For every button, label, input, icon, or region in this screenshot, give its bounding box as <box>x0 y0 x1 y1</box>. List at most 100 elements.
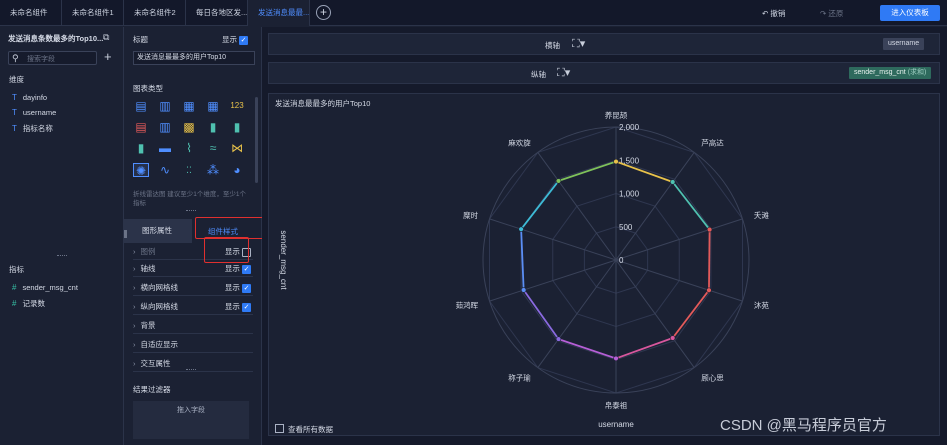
chevron-right-icon: › <box>133 359 136 368</box>
metric-label: 记录数 <box>22 299 45 308</box>
tab-4[interactable]: 发送消息最最... <box>248 0 310 26</box>
tab-0[interactable]: 未命名组件 <box>0 0 62 26</box>
v-gridline-row[interactable]: › 纵向网格线 显示 ✓ <box>133 298 253 315</box>
filter-drop-zone[interactable]: 拖入字段 <box>133 401 249 439</box>
summary-table-icon[interactable]: ▥ <box>157 99 173 113</box>
wave-chart-icon[interactable]: ≈ <box>205 141 221 155</box>
column-chart-icon[interactable]: ▮ <box>229 120 245 134</box>
h-gridline-row[interactable]: › 横向网格线 显示 ✓ <box>133 279 253 296</box>
heat-table-icon[interactable]: ▤ <box>133 120 149 134</box>
x-axis-type-icon[interactable]: ⛶▾ <box>572 37 585 51</box>
treemap-icon[interactable]: ▩ <box>181 120 197 134</box>
axis-line-row[interactable]: › 轴线 显示 ✓ <box>133 260 253 277</box>
dimension-field[interactable]: Tusername <box>12 108 56 117</box>
pie-chart-icon[interactable]: ◕ <box>229 163 245 177</box>
category-label: 茹鸿晖 <box>456 300 479 310</box>
redo-button[interactable]: ↷ 还原 <box>820 8 843 19</box>
bubble-chart-icon[interactable]: ⁂ <box>205 163 221 177</box>
copy-icon[interactable]: ⧉ <box>103 32 109 43</box>
row-label: 图例 <box>140 247 156 256</box>
metric-field[interactable]: # 记录数 <box>12 298 45 309</box>
text-type-icon: T <box>12 124 17 133</box>
series-line-segment <box>615 337 673 360</box>
series-line-segment <box>671 289 710 339</box>
y-field-chip[interactable]: sender_msg_cnt (求和) <box>849 67 932 79</box>
category-label: 夭滩 <box>754 210 769 220</box>
area-chart-icon[interactable]: ∿ <box>157 163 173 177</box>
redo-label: 还原 <box>828 9 844 18</box>
series-line-segment <box>558 338 617 360</box>
dimension-field[interactable]: T 指标名称 <box>12 123 53 134</box>
tab-3[interactable]: 每日各地区发... <box>186 0 248 26</box>
row-label: 纵向网格线 <box>140 302 179 311</box>
text-type-icon: T <box>12 108 17 117</box>
scatter-chart-icon[interactable]: ⁚⁚ <box>181 163 197 177</box>
series-line-segment <box>708 229 711 291</box>
series-line-segment <box>520 180 560 230</box>
data-point <box>706 287 712 293</box>
search-icon: ⚲ <box>12 53 19 63</box>
category-label: 称子瑜 <box>508 372 531 382</box>
horizontal-bar-icon[interactable]: ▬ <box>157 141 173 155</box>
resize-handle[interactable] <box>186 369 196 371</box>
collapse-handle[interactable] <box>124 230 127 238</box>
watermark: CSDN @黑马程序员官方 <box>720 417 887 434</box>
bar-chart-icon[interactable]: ▮ <box>133 141 149 155</box>
dimension-field[interactable]: Tdayinfo <box>12 93 47 102</box>
data-point <box>669 179 676 185</box>
series-line-segment <box>671 181 711 231</box>
detail-table-icon[interactable]: ▦ <box>205 99 221 113</box>
number-chart-icon[interactable]: 123 <box>229 99 245 113</box>
title-input[interactable]: 发送消息最最多的用户Top10 <box>133 51 255 65</box>
x-axis-label: 横轴 <box>545 41 560 50</box>
chevron-right-icon: › <box>133 283 136 292</box>
title-show-toggle[interactable]: 显示 ✓ <box>222 34 249 45</box>
cross-table-icon[interactable]: ▦ <box>181 99 197 113</box>
radar-chart: 05001,0001,5002,000养昆颉芦高达夭滩沐苑顾心思帛泰祖称子瑜茹鸿… <box>279 110 769 429</box>
radar-tick-label: 2,000 <box>619 123 640 132</box>
multi-line-icon[interactable]: ⋈ <box>229 141 245 155</box>
tab-2[interactable]: 未命名组件2 <box>124 0 186 26</box>
search-input[interactable]: ⚲ 搜索字段 <box>8 51 97 65</box>
top-tab-bar: 未命名组件 未命名组件1 未命名组件2 每日各地区发... 发送消息最最... … <box>0 0 947 26</box>
h-grid-show-toggle[interactable]: 显示 ✓ <box>225 279 251 296</box>
v-grid-show-toggle[interactable]: 显示 ✓ <box>225 298 251 315</box>
enter-dashboard-button[interactable]: 进入仪表板 <box>880 5 940 21</box>
search-placeholder: 搜索字段 <box>27 56 55 63</box>
add-tab-icon[interactable]: + <box>316 5 331 20</box>
axis-show-toggle[interactable]: 显示 ✓ <box>225 260 251 277</box>
x-field-chip[interactable]: username <box>883 38 925 50</box>
chevron-right-icon: › <box>133 302 136 311</box>
y-axis-type-icon[interactable]: ⛶▾ <box>557 66 570 80</box>
row-label: 背景 <box>140 321 156 330</box>
table-chart-icon[interactable]: ▤ <box>133 99 149 113</box>
adaptive-display-row[interactable]: › 自适应显示 <box>133 336 253 353</box>
radar-tick-label: 500 <box>619 223 633 232</box>
result-filter-heading: 结果过滤器 <box>133 385 171 394</box>
check-icon: ✓ <box>239 35 249 45</box>
undo-button[interactable]: ↶ 撤销 <box>762 8 785 19</box>
title-heading: 标题 <box>133 35 148 44</box>
field-panel: 发送消息条数最多的Top10... ⧉ ⚲ 搜索字段 + 维度 Tdayinfo… <box>0 27 124 445</box>
scrollbar[interactable] <box>255 97 258 183</box>
metrics-heading: 指标 <box>9 265 24 274</box>
view-all-checkbox[interactable] <box>275 424 284 433</box>
view-all-label[interactable]: 查看所有数据 <box>288 424 333 435</box>
text-type-icon: T <box>12 93 17 102</box>
add-field-icon[interactable]: + <box>104 49 112 64</box>
grouped-bar-icon[interactable]: ▮ <box>205 120 221 134</box>
stacked-bar-icon[interactable]: ▥ <box>157 120 173 134</box>
radar-chart-icon[interactable]: ✺ <box>133 163 149 178</box>
category-label: 顾心思 <box>701 373 724 382</box>
y-field-agg: (求和) <box>907 69 927 76</box>
tab-1[interactable]: 未命名组件1 <box>62 0 124 26</box>
show-label: 显示 <box>224 264 240 273</box>
line-chart-icon[interactable]: ⌇ <box>181 141 197 155</box>
data-point <box>555 178 562 184</box>
background-row[interactable]: › 背景 <box>133 317 253 334</box>
dataset-title: 发送消息条数最多的Top10... <box>8 34 104 43</box>
metric-field[interactable]: # sender_msg_cnt <box>12 283 78 292</box>
resize-handle[interactable] <box>186 210 196 212</box>
tab-shape-properties[interactable]: 图形属性 <box>124 219 192 243</box>
resize-handle[interactable] <box>57 255 67 257</box>
